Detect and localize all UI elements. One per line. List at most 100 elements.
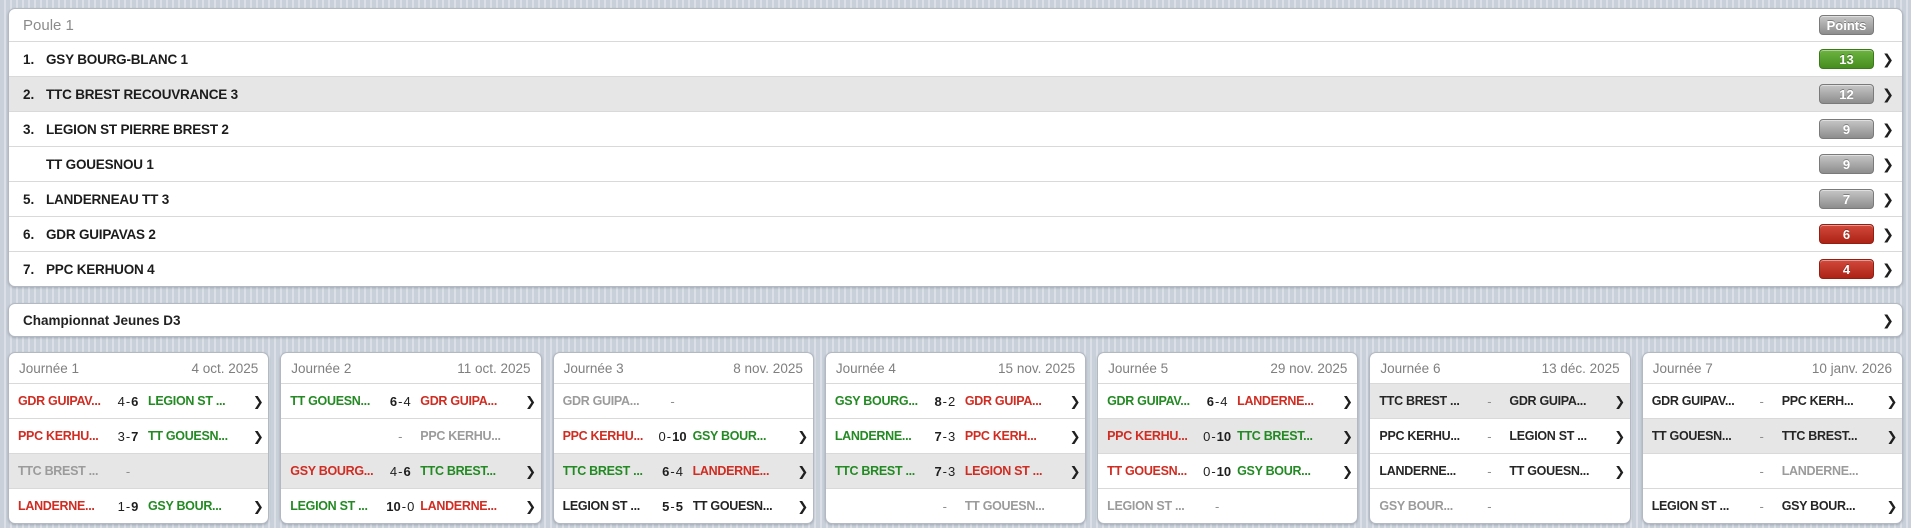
- rank-label: 6.: [23, 227, 46, 242]
- standings-row[interactable]: 7. PPC KERHUON 4 4: [9, 251, 1902, 286]
- match-row[interactable]: GSY BOUR... -: [1370, 488, 1629, 523]
- round-card: Journée 3 8 nov. 2025 GDR GUIPA... -: [553, 352, 814, 524]
- chevron-right-icon: [797, 465, 808, 478]
- match-row[interactable]: LEGION ST ... -: [1098, 488, 1357, 523]
- away-team: GSY BOUR...: [1237, 464, 1333, 478]
- home-score: 4: [118, 394, 125, 409]
- chevron-right-icon: [1882, 122, 1894, 136]
- away-team: GSY BOUR...: [148, 499, 244, 513]
- standings-row[interactable]: TT GOUESNOU 1 9: [9, 146, 1902, 181]
- away-team: PPC KERH...: [1782, 394, 1878, 408]
- match-row[interactable]: LEGION ST ... 5-5 TT GOUESN...: [554, 488, 813, 523]
- home-team: PPC KERHU...: [1107, 429, 1197, 443]
- match-score: -: [653, 394, 693, 409]
- standings-table: 1. GSY BOURG-BLANC 1 13 2. TTC BREST REC…: [9, 41, 1902, 286]
- match-score: -: [108, 464, 148, 479]
- away-team: LANDERNE...: [1237, 394, 1333, 408]
- home-team: PPC KERHU...: [563, 429, 653, 443]
- match-row[interactable]: GDR GUIPAV... - PPC KERH...: [1643, 383, 1902, 418]
- away-team: TT GOUESN...: [1509, 464, 1605, 478]
- match-row[interactable]: - TT GOUESN...: [826, 488, 1085, 523]
- home-score: 6: [1207, 394, 1214, 409]
- away-score: 6: [131, 394, 138, 409]
- round-date: 29 nov. 2025: [1270, 361, 1347, 376]
- match-row[interactable]: GSY BOURG... 4-6 TTC BREST...: [281, 453, 540, 488]
- chevron-right-icon: [1070, 395, 1081, 408]
- match-score: -: [1469, 394, 1509, 409]
- home-team: TTC BREST ...: [18, 464, 108, 478]
- match-row[interactable]: GDR GUIPA... -: [554, 383, 813, 418]
- match-list: GDR GUIPAV... 4-6 LEGION ST ... PPC KERH…: [9, 383, 268, 523]
- score-separator: -: [1486, 394, 1492, 409]
- match-row[interactable]: PPC KERHU... 0-10 TTC BREST...: [1098, 418, 1357, 453]
- standings-row[interactable]: 6. GDR GUIPAVAS 2 6: [9, 216, 1902, 251]
- home-team: PPC KERHU...: [18, 429, 108, 443]
- home-team: TTC BREST ...: [563, 464, 653, 478]
- home-team: GSY BOURG...: [835, 394, 925, 408]
- away-team: TTC BREST...: [1782, 429, 1878, 443]
- match-row[interactable]: PPC KERHU... - LEGION ST ...: [1370, 418, 1629, 453]
- championship-link-card[interactable]: Championnat Jeunes D3: [8, 303, 1903, 337]
- team-name: PPC KERHUON 4: [46, 262, 1819, 277]
- away-score: 4: [1220, 394, 1227, 409]
- match-row[interactable]: TTC BREST ... 7-3 LEGION ST ...: [826, 453, 1085, 488]
- match-score: 1-9: [108, 499, 148, 514]
- match-row[interactable]: - LANDERNE...: [1643, 453, 1902, 488]
- score-separator: -: [1486, 499, 1492, 514]
- chevron-right-icon: [1882, 262, 1894, 276]
- match-row[interactable]: LEGION ST ... 10-0 LANDERNE...: [281, 488, 540, 523]
- points-badge: 12: [1819, 84, 1874, 104]
- match-score: 3-7: [108, 429, 148, 444]
- standings-row[interactable]: 5. LANDERNEAU TT 3 7: [9, 181, 1902, 216]
- match-row[interactable]: TTC BREST ... -: [9, 453, 268, 488]
- match-row[interactable]: TTC BREST ... - GDR GUIPA...: [1370, 383, 1629, 418]
- match-list: TTC BREST ... - GDR GUIPA... PPC KERHU..…: [1370, 383, 1629, 523]
- standings-row[interactable]: 1. GSY BOURG-BLANC 1 13: [9, 41, 1902, 76]
- away-score: 6: [403, 464, 410, 479]
- points-badge: 6: [1819, 224, 1874, 244]
- score-separator: -: [669, 394, 675, 409]
- home-team: LEGION ST ...: [563, 499, 653, 513]
- chevron-right-icon: [1342, 430, 1353, 443]
- match-row[interactable]: LEGION ST ... - GSY BOUR...: [1643, 488, 1902, 523]
- round-header: Journée 6 13 déc. 2025: [1370, 353, 1629, 383]
- standings-row[interactable]: 3. LEGION ST PIERRE BREST 2 9: [9, 111, 1902, 146]
- match-row[interactable]: TT GOUESN... - TTC BREST...: [1643, 418, 1902, 453]
- rank-label: 1.: [23, 52, 46, 67]
- match-row[interactable]: TTC BREST ... 6-4 LANDERNE...: [554, 453, 813, 488]
- score-separator: -: [1759, 499, 1765, 514]
- match-row[interactable]: GSY BOURG... 8-2 GDR GUIPA...: [826, 383, 1085, 418]
- match-score: -: [1742, 464, 1782, 479]
- score-separator: -: [1759, 394, 1765, 409]
- match-row[interactable]: TT GOUESN... 0-10 GSY BOUR...: [1098, 453, 1357, 488]
- home-team: LANDERNE...: [18, 499, 108, 513]
- round-header: Journée 4 15 nov. 2025: [826, 353, 1085, 383]
- match-row[interactable]: LANDERNE... 1-9 GSY BOUR...: [9, 488, 268, 523]
- round-card: Journée 6 13 déc. 2025 TTC BREST ... - G…: [1369, 352, 1630, 524]
- standings-row[interactable]: 2. TTC BREST RECOUVRANCE 3 12: [9, 76, 1902, 111]
- chevron-right-icon: [1887, 500, 1898, 513]
- rounds-row: Journée 1 4 oct. 2025 GDR GUIPAV... 4-6 …: [8, 352, 1903, 524]
- match-row[interactable]: PPC KERHU... 3-7 TT GOUESN...: [9, 418, 268, 453]
- match-row[interactable]: LANDERNE... 7-3 PPC KERH...: [826, 418, 1085, 453]
- chevron-right-icon: [1882, 87, 1894, 101]
- match-row[interactable]: GDR GUIPAV... 6-4 LANDERNE...: [1098, 383, 1357, 418]
- round-date: 4 oct. 2025: [191, 361, 258, 376]
- away-score: 7: [131, 429, 138, 444]
- match-row[interactable]: PPC KERHU... 0-10 GSY BOUR...: [554, 418, 813, 453]
- chevron-right-icon: [253, 395, 264, 408]
- rank-label: 7.: [23, 262, 46, 277]
- match-score: 7-3: [925, 429, 965, 444]
- round-title: Journée 2: [291, 361, 351, 376]
- home-team: TT GOUESN...: [1107, 464, 1197, 478]
- round-header: Journée 5 29 nov. 2025: [1098, 353, 1357, 383]
- match-row[interactable]: TT GOUESN... 6-4 GDR GUIPA...: [281, 383, 540, 418]
- chevron-right-icon: [1614, 430, 1625, 443]
- match-row[interactable]: LANDERNE... - TT GOUESN...: [1370, 453, 1629, 488]
- chevron-right-icon: [1070, 465, 1081, 478]
- chevron-right-icon: [1882, 227, 1894, 241]
- match-row[interactable]: - PPC KERHU...: [281, 418, 540, 453]
- score-separator: -: [397, 429, 403, 444]
- match-row[interactable]: GDR GUIPAV... 4-6 LEGION ST ...: [9, 383, 268, 418]
- round-card: Journée 1 4 oct. 2025 GDR GUIPAV... 4-6 …: [8, 352, 269, 524]
